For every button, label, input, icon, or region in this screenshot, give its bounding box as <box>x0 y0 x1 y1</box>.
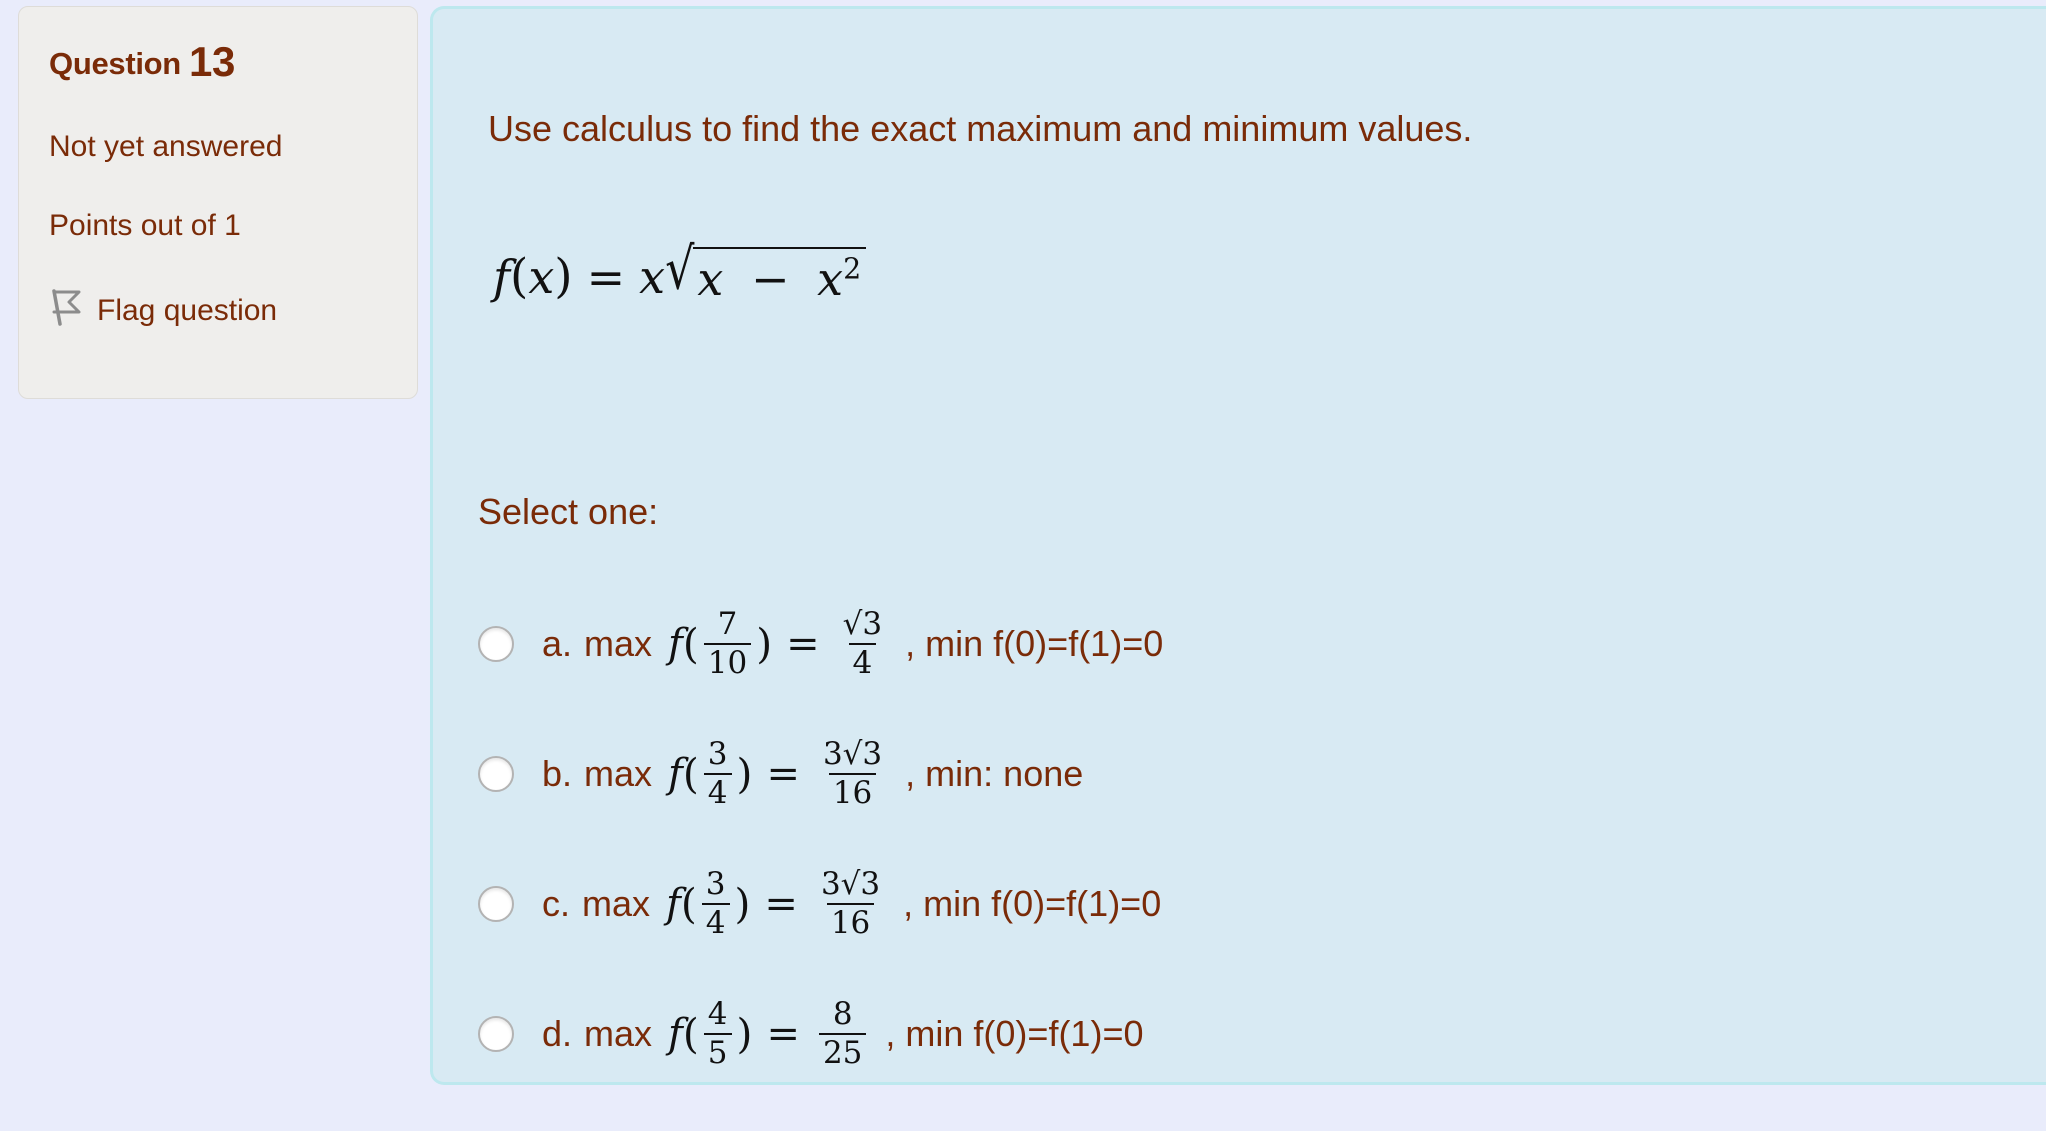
radicand-term-1: x <box>697 252 724 306</box>
option-c-expression: f ( 3 4 ) = 3√3 16 <box>666 868 889 939</box>
option-b-open-paren: ( <box>682 750 699 798</box>
radical-sign: √ <box>665 234 695 303</box>
answer-option-b[interactable]: b. max f ( 3 4 ) = 3√3 16 , min: none <box>478 709 1978 839</box>
question-stem-text: Use calculus to find the exact maximum a… <box>488 108 1473 149</box>
formula-radicand: x − x2 <box>693 247 867 306</box>
formula-coefficient: x <box>639 249 666 304</box>
option-d-arg-numerator: 4 <box>707 996 728 1033</box>
option-c-tail-text: , min f(0)=f(1)=0 <box>903 883 1162 924</box>
option-c-max-word: max <box>582 883 651 924</box>
option-a-argument-fraction: 7 10 <box>703 606 752 680</box>
option-a-equals: = <box>786 621 820 667</box>
option-c-arg-numerator: 3 <box>705 866 726 903</box>
option-a-value-numerator: √3 <box>842 606 883 643</box>
option-c-value-fraction: 3√3 16 <box>817 868 884 939</box>
option-b-expression: f ( 3 4 ) = 3√3 16 <box>668 738 891 809</box>
formula-close-paren: ) <box>554 249 573 304</box>
select-one-label: Select one: <box>478 491 659 532</box>
question-label: Question <box>49 46 181 81</box>
option-b-max-word: max <box>584 753 653 794</box>
option-c-close-paren: ) <box>734 880 751 928</box>
option-a-max-word: max <box>584 623 653 664</box>
radio-option-d[interactable] <box>478 1016 514 1052</box>
option-c-value-numerator: 3√3 <box>820 866 881 903</box>
formula-square-root: √ x − x2 <box>665 240 867 306</box>
radio-option-a[interactable] <box>478 626 514 662</box>
radicand-term-2: x <box>817 252 844 306</box>
option-a-value-denominator: 4 <box>848 643 877 680</box>
option-c-arg-denominator: 4 <box>701 903 730 940</box>
option-a-arg-numerator: 7 <box>717 606 738 643</box>
option-d-tail-text: , min f(0)=f(1)=0 <box>885 1013 1144 1054</box>
answer-option-a[interactable]: a. max f ( 7 10 ) = √3 4 , min f(0)=f(1)… <box>478 579 1978 709</box>
option-d-value-fraction: 8 25 <box>818 996 867 1070</box>
question-number: 13 <box>188 38 236 85</box>
option-a-value-fraction: √3 4 <box>839 608 886 679</box>
flag-question-label: Flag question <box>97 293 278 327</box>
flag-question-button[interactable]: Flag question <box>49 289 277 332</box>
option-d-max-word: max <box>584 1013 653 1054</box>
option-a-expression: f ( 7 10 ) = √3 4 <box>668 608 891 679</box>
option-d-open-paren: ( <box>682 1010 699 1058</box>
option-d-arg-denominator: 5 <box>703 1033 732 1070</box>
option-b-close-paren: ) <box>736 750 753 798</box>
radio-option-c[interactable] <box>478 886 514 922</box>
option-a-arg-denominator: 10 <box>703 643 752 680</box>
flag-outline-icon <box>49 289 83 332</box>
radicand-minus: − <box>751 252 790 306</box>
option-a-open-paren: ( <box>682 620 699 668</box>
option-d-fn: f <box>668 1011 683 1057</box>
option-b-argument-fraction: 3 4 <box>703 736 732 810</box>
radio-option-b[interactable] <box>478 756 514 792</box>
option-b-value-denominator: 16 <box>828 773 877 810</box>
answer-options-list: a. max f ( 7 10 ) = √3 4 , min f(0)=f(1)… <box>478 579 1978 1099</box>
formula-open-paren: ( <box>510 249 529 304</box>
question-formula: f ( x ) = x √ x − x2 <box>493 240 867 306</box>
option-a-fn: f <box>668 621 683 667</box>
question-content-panel: Use calculus to find the exact maximum a… <box>430 6 2046 1085</box>
option-b-equals: = <box>766 751 800 797</box>
radicand-term-2-exponent: 2 <box>843 252 862 286</box>
option-c-fn: f <box>666 881 681 927</box>
option-b-arg-denominator: 4 <box>703 773 732 810</box>
option-c-open-paren: ( <box>680 880 697 928</box>
option-d-expression: f ( 4 5 ) = 8 25 <box>668 998 871 1069</box>
option-b-letter: b. <box>542 753 573 794</box>
question-info-box: Question 13 Not yet answered Points out o… <box>18 6 418 399</box>
question-points: Points out of 1 <box>49 209 241 242</box>
answer-option-c[interactable]: c. max f ( 3 4 ) = 3√3 16 , min f(0)=f(1… <box>478 839 1978 969</box>
option-c-equals: = <box>764 881 798 927</box>
option-c-value-denominator: 16 <box>826 903 875 940</box>
option-b-value-numerator: 3√3 <box>822 736 883 773</box>
option-c-letter: c. <box>542 883 571 924</box>
option-b-value-fraction: 3√3 16 <box>819 738 886 809</box>
formula-variable: x <box>528 249 555 304</box>
option-d-value-numerator: 8 <box>832 996 853 1033</box>
option-b-arg-numerator: 3 <box>707 736 728 773</box>
formula-equals: = <box>586 249 626 304</box>
option-d-argument-fraction: 4 5 <box>703 996 732 1070</box>
option-c-argument-fraction: 3 4 <box>701 866 730 940</box>
page-title: Question 13 <box>49 41 417 83</box>
formula-f: f <box>493 249 511 304</box>
option-d-equals: = <box>766 1011 800 1057</box>
option-d-value-denominator: 25 <box>818 1033 867 1070</box>
question-state: Not yet answered <box>49 130 283 163</box>
option-a-tail-text: , min f(0)=f(1)=0 <box>905 623 1164 664</box>
option-a-letter: a. <box>542 623 573 664</box>
option-a-close-paren: ) <box>756 620 773 668</box>
answer-option-d[interactable]: d. max f ( 4 5 ) = 8 25 , min f(0)=f(1)=… <box>478 969 1978 1099</box>
option-d-letter: d. <box>542 1013 573 1054</box>
option-b-tail-text: , min: none <box>905 753 1084 794</box>
option-d-close-paren: ) <box>736 1010 753 1058</box>
option-b-fn: f <box>668 751 683 797</box>
